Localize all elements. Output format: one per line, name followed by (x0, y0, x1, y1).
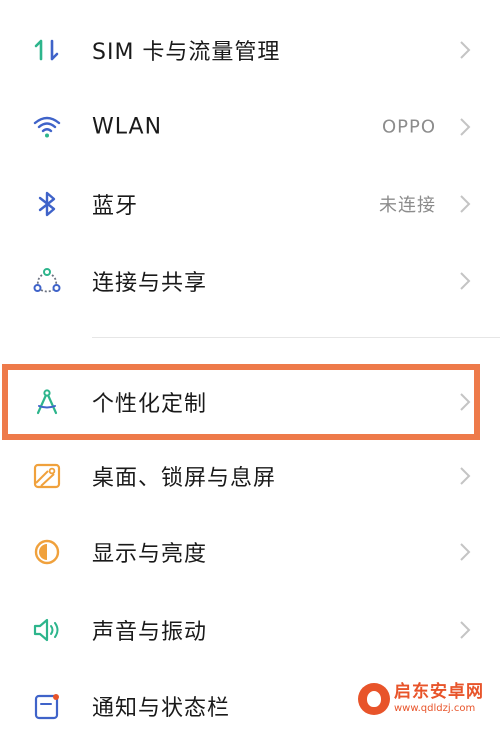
chevron-right-icon (460, 195, 471, 213)
chevron-right-icon (460, 543, 471, 561)
watermark-logo-icon (358, 683, 390, 715)
settings-item-label: 声音与振动 (92, 620, 208, 645)
bluetooth-status: 未连接 (379, 195, 436, 216)
wlan-status: OPPO (381, 116, 436, 138)
section-divider (92, 337, 500, 338)
chevron-right-icon (460, 467, 471, 485)
highlight-box (2, 364, 480, 440)
chevron-right-icon (460, 118, 471, 136)
settings-item-label: 连接与共享 (92, 271, 208, 296)
settings-item-label: 桌面、锁屏与息屏 (92, 466, 277, 491)
settings-item-wlan[interactable]: WLAN OPPO (0, 89, 500, 165)
sound-icon (28, 611, 66, 649)
settings-item-sound-vibration[interactable]: 声音与振动 (0, 592, 500, 668)
settings-item-label: 通知与状态栏 (92, 696, 231, 721)
settings-item-display-brightness[interactable]: 显示与亮度 (0, 514, 500, 590)
settings-item-label: 蓝牙 (92, 194, 139, 219)
display-brightness-icon (28, 533, 66, 571)
settings-item-connection-sharing[interactable]: 连接与共享 (0, 243, 500, 319)
settings-item-bluetooth[interactable]: 蓝牙 未连接 (0, 166, 500, 242)
wallpaper-icon (28, 457, 66, 495)
chevron-right-icon (460, 41, 471, 59)
settings-item-sim[interactable]: SIM 卡与流量管理 (0, 12, 500, 88)
watermark-name: 启东安卓网 (394, 682, 484, 702)
watermark: 启东安卓网 www.qdldzj.com (358, 679, 496, 719)
watermark-url: www.qdldzj.com (394, 703, 476, 714)
settings-item-label: WLAN (92, 114, 163, 140)
settings-item-label: 显示与亮度 (92, 542, 208, 567)
bluetooth-icon (28, 185, 66, 223)
settings-item-label: SIM 卡与流量管理 (92, 40, 281, 65)
sim-data-icon (28, 31, 66, 69)
chevron-right-icon (460, 621, 471, 639)
chevron-right-icon (460, 272, 471, 290)
settings-item-desktop-lockscreen[interactable]: 桌面、锁屏与息屏 (0, 438, 500, 514)
notification-icon (28, 687, 66, 725)
connection-sharing-icon (28, 262, 66, 300)
wifi-icon (28, 108, 66, 146)
